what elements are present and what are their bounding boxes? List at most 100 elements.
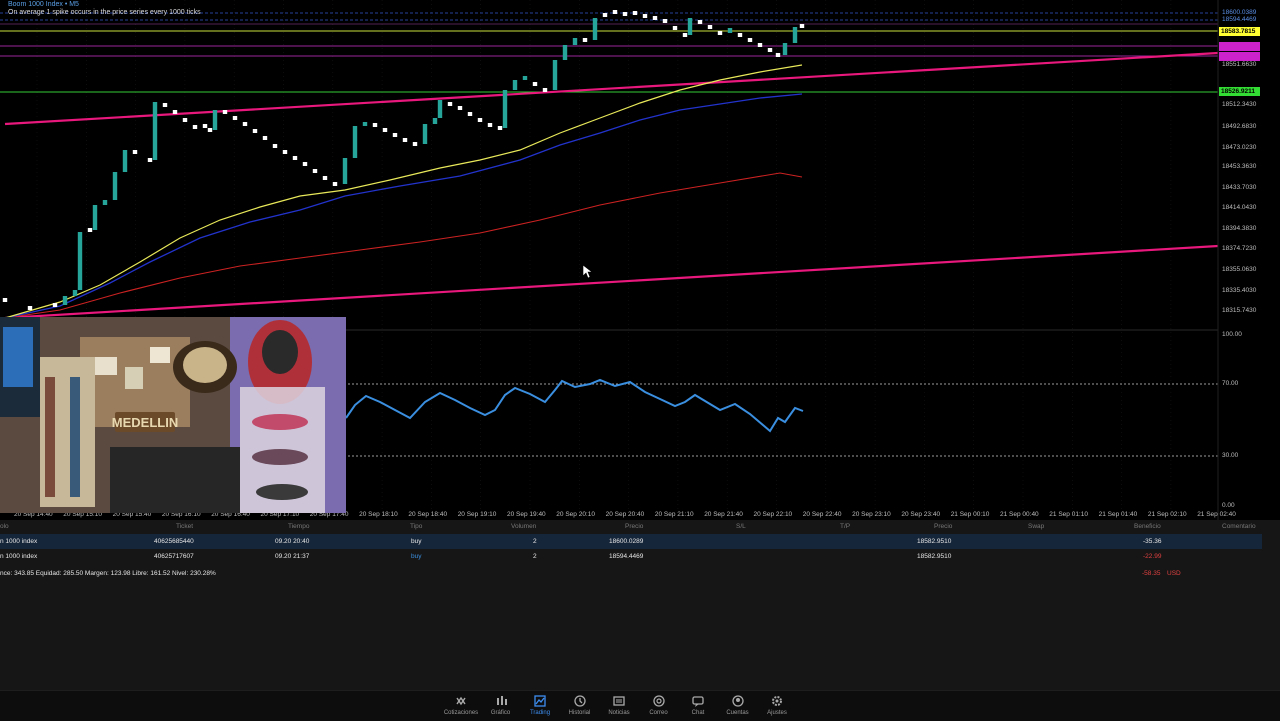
chart-icon xyxy=(496,696,507,705)
bear-candle xyxy=(542,88,548,92)
time-axis-label: 21 Sep 02:40 xyxy=(1197,511,1236,518)
bull-candle xyxy=(792,27,798,43)
time-cell: 09.20 20:40 xyxy=(275,538,310,545)
bear-candle xyxy=(799,24,805,28)
indicator-level-label: 100.00 xyxy=(1222,331,1242,338)
nav-item-ajustes[interactable]: Ajustes xyxy=(752,694,802,716)
column-header[interactable]: Tipo xyxy=(410,523,422,530)
column-header[interactable]: Ticket xyxy=(176,523,193,530)
bear-candle xyxy=(272,144,278,148)
bull-candle xyxy=(362,122,368,126)
price-axis-label: 18315.7430 xyxy=(1222,307,1257,314)
currency-label: USD xyxy=(1167,570,1181,577)
bear-candle xyxy=(622,12,628,16)
column-header[interactable]: Precio xyxy=(625,523,643,530)
bull-candle xyxy=(572,38,578,45)
indicator-level-label: 70.00 xyxy=(1222,380,1239,387)
price-axis-label: 18600.0389 xyxy=(1222,9,1257,16)
bear-candle xyxy=(662,19,668,23)
time-axis-label: 21 Sep 02:10 xyxy=(1147,511,1187,518)
symbol-cell: n 1000 index xyxy=(0,538,38,545)
bull-candle xyxy=(122,150,128,172)
type-cell: buy xyxy=(411,553,422,560)
bear-candle xyxy=(775,53,781,57)
column-header[interactable]: Volumen xyxy=(511,523,536,530)
column-header[interactable]: T/P xyxy=(840,523,850,530)
table-row[interactable]: n 1000 index 40625717607 09.20 21:37 buy… xyxy=(0,549,1262,564)
symbol-description: On average 1 spike occurs in the price s… xyxy=(8,9,201,16)
column-header[interactable]: Precio xyxy=(934,523,952,530)
bear-candle xyxy=(632,11,638,15)
bear-candle xyxy=(707,25,713,29)
price-axis-label: 18473.0230 xyxy=(1222,144,1257,151)
price-axis-label: 18394.3830 xyxy=(1222,225,1257,232)
time-axis-label: 20 Sep 23:40 xyxy=(901,511,941,518)
bear-candle xyxy=(302,162,308,166)
bear-candle xyxy=(447,102,453,106)
ticket-cell: 40625717607 xyxy=(154,553,194,560)
bear-candle xyxy=(182,118,188,122)
bull-candle xyxy=(352,126,358,158)
positions-table: olo Ticket Tiempo Tipo Volumen Precio S/L T/P Pr… xyxy=(0,520,1280,690)
column-header[interactable]: Swap xyxy=(1028,523,1044,530)
symbol-title: Boom 1000 Index • M5 xyxy=(8,1,79,8)
column-header[interactable]: Comentario xyxy=(1222,523,1256,530)
webcam-overlay: MEDELLIN xyxy=(0,317,346,513)
bull-candle xyxy=(687,18,693,35)
bear-candle xyxy=(242,122,248,126)
bear-candle xyxy=(87,228,93,232)
bear-candle xyxy=(697,20,703,24)
ticket-cell: 40625685440 xyxy=(154,538,194,545)
bear-candle xyxy=(532,82,538,86)
column-header[interactable]: Tiempo xyxy=(288,523,309,530)
time-axis-label: 21 Sep 00:10 xyxy=(950,511,990,518)
bull-candle xyxy=(592,18,598,40)
bear-candle xyxy=(477,118,483,122)
symbol-cell: n 1000 index xyxy=(0,553,38,560)
bull-candle xyxy=(102,200,108,205)
volume-cell: 2 xyxy=(533,538,537,545)
bear-candle xyxy=(282,150,288,154)
bear-candle xyxy=(747,38,753,42)
time-axis-label: 20 Sep 22:40 xyxy=(802,511,842,518)
bull-candle xyxy=(432,118,438,124)
profit-cell: -22.99 xyxy=(1143,553,1162,560)
time-axis-label: 20 Sep 21:40 xyxy=(704,511,743,518)
accounts-icon xyxy=(731,695,744,707)
column-header[interactable]: olo xyxy=(0,523,9,530)
bear-candle xyxy=(392,133,398,137)
total-profit: -58.35 xyxy=(1142,570,1161,577)
price-axis-label: 18355.0630 xyxy=(1222,266,1257,273)
bear-candle xyxy=(162,103,168,107)
table-row[interactable]: n 1000 index 40625685440 09.20 20:40 buy… xyxy=(0,534,1262,549)
bull-candle xyxy=(342,158,348,184)
price-axis-label: 18374.7230 xyxy=(1222,245,1257,252)
time-axis-label: 20 Sep 18:10 xyxy=(359,511,398,518)
volume-cell: 2 xyxy=(533,553,537,560)
bear-candle xyxy=(27,306,33,310)
bear-candle xyxy=(292,156,298,160)
price-axis-label: 18414.0430 xyxy=(1222,204,1257,211)
bear-candle xyxy=(682,33,688,37)
indicator-level-label: 0.00 xyxy=(1222,502,1235,509)
bull-candle xyxy=(77,232,83,290)
profit-cell: -35.36 xyxy=(1143,538,1162,545)
time-axis-label: 20 Sep 21:10 xyxy=(654,511,694,518)
mail-icon xyxy=(652,695,665,707)
bull-candle xyxy=(552,60,558,90)
column-header[interactable]: S/L xyxy=(736,523,746,530)
price-axis-label: 18492.6830 xyxy=(1222,123,1257,130)
bear-candle xyxy=(672,26,678,30)
bull-candle xyxy=(62,296,68,305)
open-price-cell: 18594.4469 xyxy=(609,553,644,560)
bull-candle xyxy=(502,90,508,128)
bull-candle xyxy=(727,28,733,33)
account-summary: nce: 343.85 Equidad: 285.50 Margen: 123.… xyxy=(0,570,216,577)
bottom-navigation: Cotizaciones Gráfico Trading Historial Notic… xyxy=(0,690,1280,721)
price-axis-label: 18551.6630 xyxy=(1222,61,1257,68)
bear-candle xyxy=(652,16,658,20)
bull-candle xyxy=(422,124,428,144)
column-header[interactable]: Beneficio xyxy=(1134,523,1161,530)
bear-candle xyxy=(457,106,463,110)
account-summary-row: nce: 343.85 Equidad: 285.50 Margen: 123.… xyxy=(0,566,1262,581)
